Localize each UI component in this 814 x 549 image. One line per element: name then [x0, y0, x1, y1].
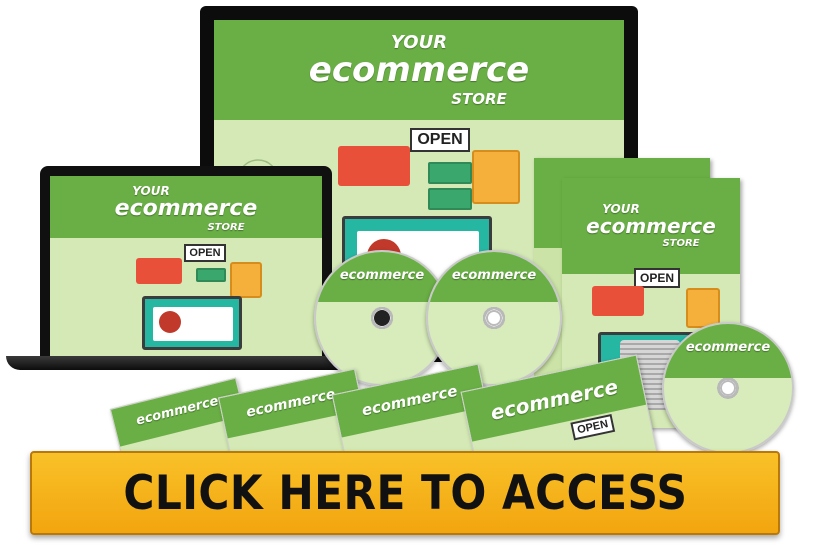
- product-bundle-graphic: YOUR ecommerce STORE OPEN YOUR ecommerce…: [0, 0, 814, 549]
- brand-store: STORE: [662, 238, 700, 249]
- chat-bubble: [592, 286, 644, 316]
- open-sign: OPEN: [184, 244, 226, 262]
- brand-ecommerce: ecommerce: [685, 340, 771, 355]
- chat-bubble: [136, 258, 182, 284]
- calculator-icon: [230, 262, 262, 298]
- access-button[interactable]: CLICK HERE TO ACCESS: [30, 451, 780, 535]
- access-button-label: CLICK HERE TO ACCESS: [122, 465, 688, 521]
- shop-screen: [142, 296, 242, 350]
- brand-ecommerce: ecommerce: [586, 214, 716, 238]
- brand-store: STORE: [207, 222, 245, 233]
- brand-ecommerce: ecommerce: [451, 268, 537, 283]
- money-note-icon: [196, 268, 226, 282]
- dvd-disc: ecommerce: [662, 322, 794, 454]
- woman-avatar-icon: [159, 311, 181, 333]
- laptop: YOUR ecommerce STORE OPEN: [40, 166, 332, 360]
- laptop-base: [6, 356, 356, 370]
- brand-ecommerce: ecommerce: [308, 50, 530, 90]
- brand-store: STORE: [451, 90, 507, 108]
- open-sign: OPEN: [634, 268, 680, 288]
- brand-ecommerce: ecommerce: [114, 196, 258, 221]
- laptop-screen-cover: YOUR ecommerce STORE OPEN: [50, 176, 322, 356]
- calculator-icon: [686, 288, 720, 328]
- dvd-disc: ecommerce: [426, 250, 562, 386]
